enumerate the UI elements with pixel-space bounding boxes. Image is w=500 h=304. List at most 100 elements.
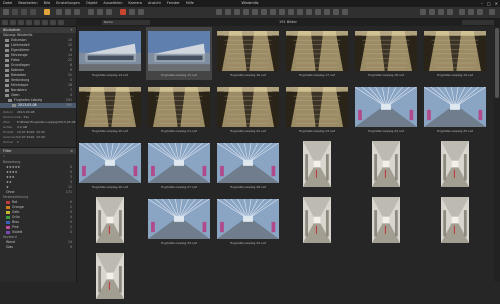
red-tool-icon[interactable]: [120, 9, 126, 15]
menu-window[interactable]: Fenster: [164, 0, 183, 7]
keystone-icon[interactable]: [270, 9, 276, 15]
proof-icon[interactable]: [438, 9, 444, 15]
menu-help[interactable]: Hilfe: [183, 0, 197, 7]
thumbnail[interactable]: [77, 195, 143, 248]
grid-scrollbar[interactable]: [494, 26, 500, 282]
thumbnail[interactable]: flughafen-leipzig-21.nef: [146, 83, 212, 136]
thumbnail[interactable]: flughafen-leipzig-15.nef: [146, 27, 212, 80]
keyword-filter-item[interactable]: Glas 9: [0, 245, 76, 250]
thumbnail-caption: flughafen-leipzig-20.nef: [92, 129, 128, 133]
thumbnail[interactable]: flughafen-leipzig-14.nef: [77, 27, 143, 80]
paste-icon[interactable]: [342, 9, 348, 15]
menu-file[interactable]: Datei: [0, 0, 15, 7]
close-icon[interactable]: ✕: [495, 0, 498, 7]
thumbnail[interactable]: flughafen-leipzig-34.nef: [215, 195, 281, 248]
thumbnail[interactable]: flughafen-leipzig-26.nef: [77, 139, 143, 192]
color-icon[interactable]: [97, 9, 103, 15]
spot-icon[interactable]: [297, 9, 303, 15]
output-tab-icon[interactable]: [58, 20, 64, 25]
pointer-icon[interactable]: [216, 9, 222, 15]
thumbnail[interactable]: flughafen-leipzig-17.nef: [284, 27, 350, 80]
sort-dropdown[interactable]: Name: [102, 20, 150, 25]
mask-icon[interactable]: [279, 9, 285, 15]
camera-icon[interactable]: [44, 9, 50, 15]
export-icon[interactable]: [12, 9, 18, 15]
redo-icon[interactable]: [30, 9, 36, 15]
lens-tab-icon[interactable]: [18, 20, 24, 25]
thumbnail[interactable]: flughafen-leipzig-27.nef: [146, 139, 212, 192]
minimize-icon[interactable]: –: [481, 0, 483, 7]
annotation-icon[interactable]: [306, 9, 312, 15]
menu-layer[interactable]: Objekt: [83, 0, 101, 7]
exposure-icon[interactable]: [88, 9, 94, 15]
maximize-icon[interactable]: □: [487, 0, 491, 7]
thumbnail[interactable]: [353, 139, 419, 192]
library-item-label: Exkursion: [11, 38, 27, 42]
menu-image[interactable]: Bild: [41, 0, 54, 7]
thumbnail[interactable]: [422, 139, 488, 192]
menu-adjustments[interactable]: Einstellungen: [53, 0, 83, 7]
thumbnail[interactable]: flughafen-leipzig-19.nef: [422, 27, 488, 80]
color-subheader-label: Farbmarkierung: [3, 195, 29, 199]
compare-icon[interactable]: [447, 9, 453, 15]
wb-icon[interactable]: [324, 9, 330, 15]
thumbnail[interactable]: [422, 195, 488, 248]
thumbnail[interactable]: [77, 251, 143, 304]
thumbnail[interactable]: flughafen-leipzig-25.nef: [422, 83, 488, 136]
thumbnail-image: [217, 199, 279, 239]
import-icon[interactable]: [3, 9, 9, 15]
crop-icon[interactable]: [252, 9, 258, 15]
pen-icon[interactable]: [74, 9, 80, 15]
thumbnail[interactable]: flughafen-leipzig-28.nef: [215, 139, 281, 192]
pan-icon[interactable]: [225, 9, 231, 15]
rotate-icon[interactable]: [261, 9, 267, 15]
loupe-icon[interactable]: [243, 9, 249, 15]
thumbnail-image: [441, 141, 469, 187]
picker-icon[interactable]: [315, 9, 321, 15]
thumbnail[interactable]: flughafen-leipzig-24.nef: [353, 83, 419, 136]
browser-icon[interactable]: [468, 9, 474, 15]
metadata-value: E:\Bilder\Flughafen Leipzig\2013-03-08: [17, 120, 76, 124]
color-tab-icon[interactable]: [26, 20, 32, 25]
browser-search-input[interactable]: [462, 20, 494, 25]
capture-tab-icon[interactable]: [10, 20, 16, 25]
thumbnail[interactable]: flughafen-leipzig-23.nef: [284, 83, 350, 136]
menu-view[interactable]: Ansicht: [145, 0, 164, 7]
thumbnail[interactable]: flughafen-leipzig-22.nef: [215, 83, 281, 136]
undo-icon[interactable]: [21, 9, 27, 15]
thumbnail[interactable]: [284, 139, 350, 192]
lens-icon[interactable]: [129, 9, 135, 15]
folder-icon[interactable]: [56, 9, 62, 15]
zoom-icon[interactable]: [234, 9, 240, 15]
fullscreen-icon[interactable]: [477, 9, 483, 15]
thumbnail[interactable]: flughafen-leipzig-20.nef: [77, 83, 143, 136]
filter-header-label: Filter: [3, 149, 12, 153]
thumbnail[interactable]: flughafen-leipzig-33.nef: [146, 195, 212, 248]
library-header[interactable]: Bibliothek +: [0, 26, 76, 33]
library-tab-icon[interactable]: [2, 20, 8, 25]
local-tab-icon[interactable]: [50, 20, 56, 25]
library-item[interactable]: 2013-03-08 191: [0, 103, 76, 108]
thumbnail[interactable]: [353, 195, 419, 248]
details-tab-icon[interactable]: [42, 20, 48, 25]
menu-camera[interactable]: Kamera: [125, 0, 145, 7]
thumbnail[interactable]: flughafen-leipzig-16.nef: [215, 27, 281, 80]
thumbnail[interactable]: flughafen-leipzig-18.nef: [353, 27, 419, 80]
layer-icon[interactable]: [65, 9, 71, 15]
exposure-tab-icon[interactable]: [34, 20, 40, 25]
detail-icon[interactable]: [106, 9, 112, 15]
help-icon[interactable]: [489, 9, 495, 15]
eraser-icon[interactable]: [288, 9, 294, 15]
copy-icon[interactable]: [333, 9, 339, 15]
menu-edit[interactable]: Bearbeiten: [15, 0, 40, 7]
rating-stars: ★★★★: [6, 170, 18, 174]
filter-header[interactable]: Filter ≡: [0, 147, 76, 154]
exposure-warning-icon[interactable]: [429, 9, 435, 15]
thumbnail[interactable]: [284, 195, 350, 248]
library-item-label: Rohdaten: [11, 73, 27, 77]
metadata-icon[interactable]: [138, 9, 144, 15]
viewer-icon[interactable]: [459, 9, 465, 15]
menu-select[interactable]: Auswählen: [100, 0, 125, 7]
scrollbar-thumb[interactable]: [495, 28, 499, 98]
grid-icon[interactable]: [420, 9, 426, 15]
